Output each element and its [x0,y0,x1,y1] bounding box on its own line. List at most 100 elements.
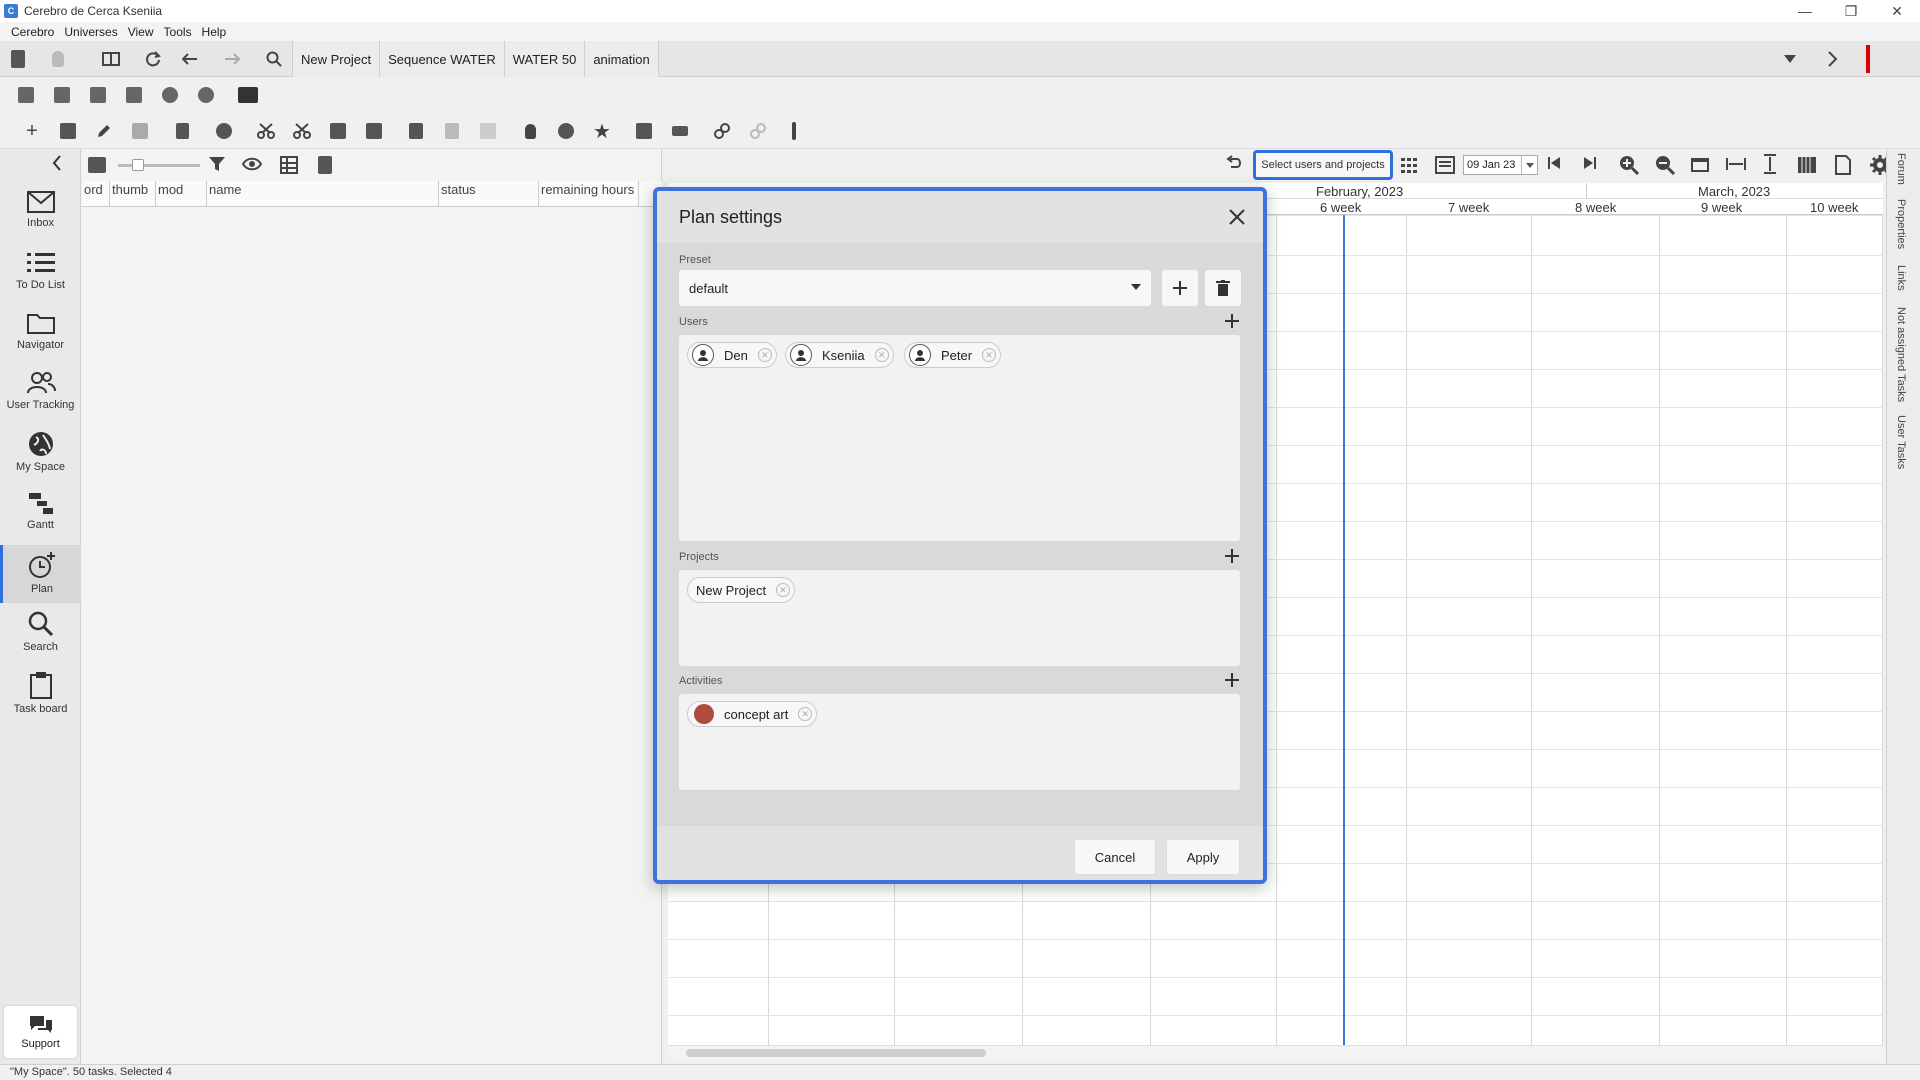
skip-start-icon[interactable] [1547,156,1565,174]
column-header-thumb[interactable]: thumb [110,181,156,207]
tool-icon[interactable] [86,83,110,107]
tab-not-assigned-tasks[interactable]: Not assigned Tasks [1895,307,1907,402]
sidebar-item-search[interactable]: Search [0,605,81,663]
remove-chip-icon[interactable]: ✕ [982,348,997,362]
alarm-icon[interactable] [554,119,578,143]
menu-universes[interactable]: Universes [59,25,122,39]
add-project-button[interactable] [1223,547,1241,565]
tab-links[interactable]: Links [1895,265,1907,291]
redo-arrow-icon[interactable] [476,119,500,143]
terminal-icon[interactable] [236,83,260,107]
api-icon[interactable] [158,83,182,107]
remove-chip-icon[interactable]: ✕ [874,348,889,362]
export-icon[interactable] [318,156,332,174]
support-button[interactable]: Support [4,1006,77,1058]
zoom-out-icon[interactable] [1655,155,1675,175]
sidebar-item-gantt[interactable]: Gantt [0,485,81,543]
select-users-and-projects-button[interactable]: Select users and projects [1253,150,1393,180]
tab-user-tasks[interactable]: User Tasks [1895,415,1907,469]
grid-dots-icon[interactable] [1400,156,1420,174]
breadcrumb-item[interactable]: New Project [292,41,380,77]
chevron-right-icon[interactable] [1821,49,1843,69]
merge-icon[interactable] [668,119,692,143]
refresh-icon[interactable] [142,49,164,69]
tab-properties[interactable]: Properties [1895,199,1907,249]
paste-icon[interactable] [404,119,428,143]
breadcrumb-item[interactable]: animation [584,41,659,77]
skip-end-icon[interactable] [1583,156,1601,174]
dropdown-triangle-icon[interactable] [1779,49,1801,69]
remove-chip-icon[interactable]: ✕ [776,583,791,597]
close-window-icon[interactable]: ✕ [1874,0,1920,22]
add-subtask-icon[interactable] [56,119,80,143]
thumbnail-size-slider[interactable] [118,164,200,167]
lightbulb-icon[interactable] [518,119,542,143]
calendar-icon[interactable] [1690,155,1712,175]
column-header-status[interactable]: status [439,181,539,207]
comment-icon[interactable] [128,119,152,143]
slider-handle[interactable] [132,159,144,171]
menu-cerebro[interactable]: Cerebro [6,25,59,39]
close-icon[interactable] [1225,205,1249,229]
filter-icon[interactable] [208,155,226,173]
tool-icon[interactable] [122,83,146,107]
horizontal-scrollbar[interactable] [668,1045,1883,1059]
copy-icon[interactable] [326,119,350,143]
cancel-button[interactable]: Cancel [1074,839,1156,875]
edit-icon[interactable] [92,119,116,143]
layout-icon[interactable] [100,49,122,69]
thumbnail-toggle-icon[interactable] [88,157,106,173]
add-preset-button[interactable] [1162,270,1198,306]
breadcrumb-item[interactable]: WATER 50 [503,41,585,77]
clone-icon[interactable] [632,119,656,143]
eye-icon[interactable] [242,157,262,173]
column-header-remaining-hours[interactable]: remaining hours [539,181,639,207]
menu-help[interactable]: Help [197,25,232,39]
pdf-icon[interactable] [1835,155,1853,175]
lightbulb-icon[interactable] [47,49,69,69]
minimize-icon[interactable]: — [1782,0,1828,22]
sidebar-item-plan[interactable]: Plan [0,545,81,603]
date-input[interactable]: 09 Jan 23 [1463,155,1538,175]
collapse-chevron-icon[interactable] [52,155,66,175]
sidebar-item-navigator[interactable]: Navigator [0,305,81,363]
fit-width-icon[interactable] [1726,157,1748,173]
star-icon[interactable]: ★ [590,119,614,143]
columns-icon[interactable] [1797,156,1819,174]
paste-link-icon[interactable] [440,119,464,143]
add-user-button[interactable] [1223,312,1241,330]
remove-chip-icon[interactable]: ✕ [798,707,813,721]
sidebar-item-my-space[interactable]: My Space [0,425,81,483]
scrollbar-thumb[interactable] [686,1049,986,1057]
copy-link-icon[interactable] [362,119,386,143]
restore-icon[interactable]: ❐ [1828,0,1874,22]
fit-height-icon[interactable] [1763,154,1779,176]
apply-button[interactable]: Apply [1166,839,1240,875]
delete-preset-button[interactable] [1205,270,1241,306]
add-icon[interactable]: + [20,119,44,143]
preset-dropdown[interactable]: default [679,270,1151,306]
undo-icon[interactable] [1225,155,1245,175]
vertical-link-icon[interactable] [782,119,806,143]
archive-icon[interactable] [212,119,236,143]
menu-tools[interactable]: Tools [159,25,197,39]
link-icon[interactable] [710,119,734,143]
tool-icon[interactable] [14,83,38,107]
cut-link-icon[interactable] [290,119,314,143]
calendar-list-icon[interactable] [1435,156,1455,174]
sidebar-item-inbox[interactable]: Inbox [0,185,81,243]
api-icon[interactable] [194,83,218,107]
breadcrumb-item[interactable]: Sequence WATER [379,41,504,77]
chevron-down-icon[interactable] [1521,156,1537,174]
book-icon[interactable] [7,49,29,69]
tool-icon[interactable] [50,83,74,107]
sidebar-item-task-board[interactable]: Task board [0,665,81,723]
cut-icon[interactable] [254,119,278,143]
sidebar-item-user-tracking[interactable]: User Tracking [0,365,81,423]
menu-view[interactable]: View [123,25,159,39]
table-icon[interactable] [280,156,298,174]
add-activity-button[interactable] [1223,671,1241,689]
tab-forum[interactable]: Forum [1895,153,1907,185]
zoom-in-icon[interactable] [1619,155,1639,175]
forward-arrow-icon[interactable] [221,49,243,69]
